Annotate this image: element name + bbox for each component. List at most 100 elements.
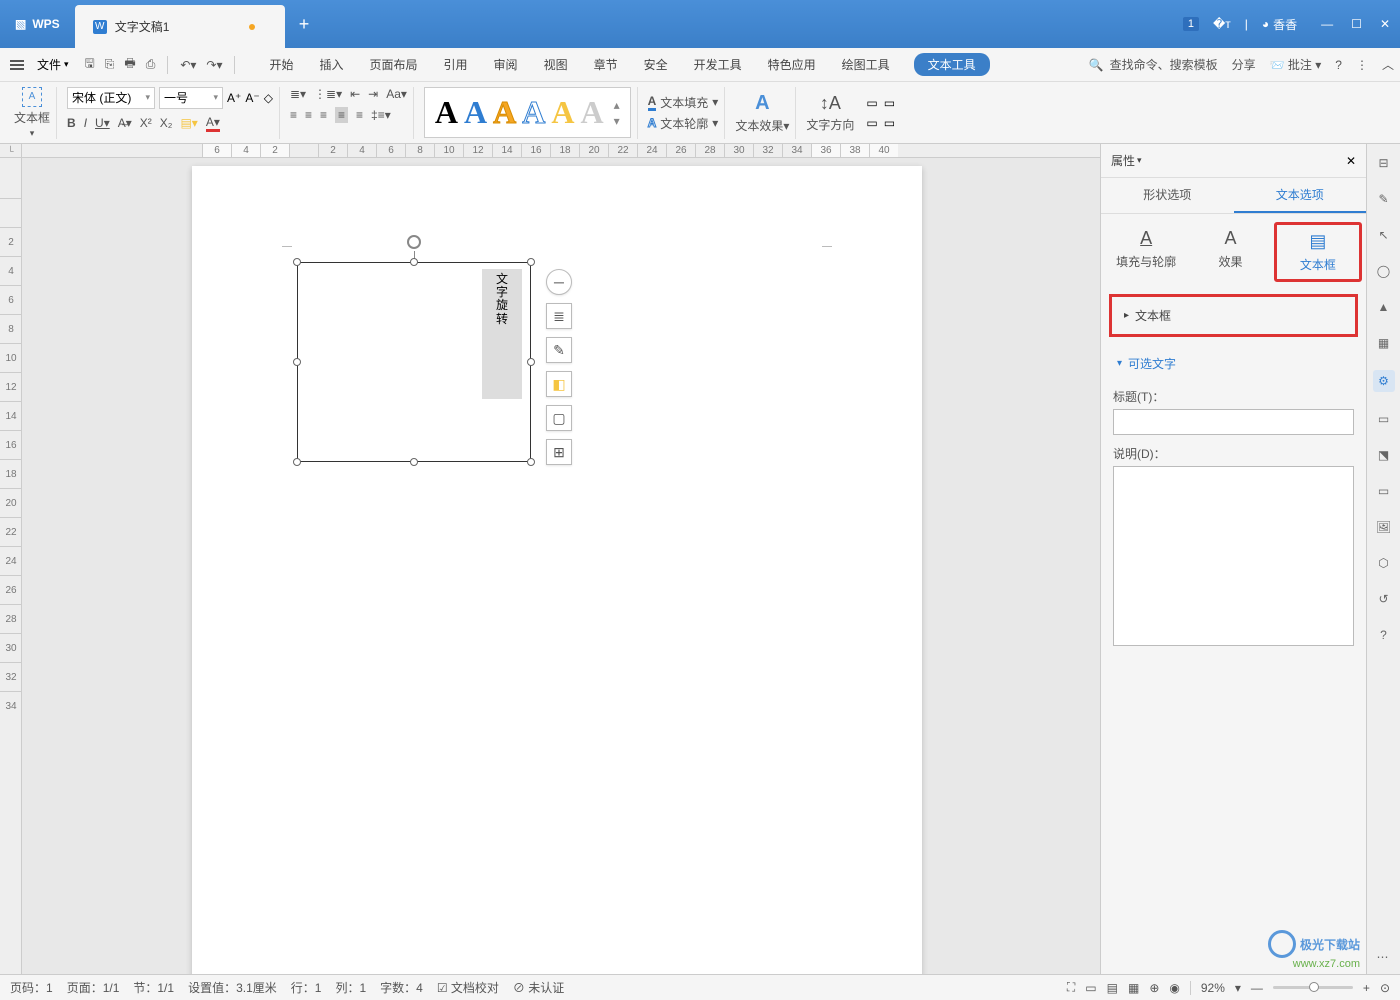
bullet-list-icon[interactable]: ≣▾ bbox=[290, 87, 306, 101]
textbox-content[interactable]: 文字旋转 bbox=[482, 269, 522, 399]
horizontal-ruler[interactable]: 642246810121416182022242628303234363840 bbox=[22, 144, 1100, 158]
resize-handle-s[interactable] bbox=[410, 458, 418, 466]
strip-close-icon[interactable]: ⊟ bbox=[1375, 154, 1393, 172]
annotate-button[interactable]: 📨 批注 ▾ bbox=[1270, 56, 1322, 73]
subscript-icon[interactable]: X₂ bbox=[160, 116, 173, 130]
print-icon[interactable]: 🖶 bbox=[124, 54, 135, 75]
font-size-combo[interactable]: 一号▾ bbox=[159, 87, 223, 109]
collapse-tool-icon[interactable]: ─ bbox=[546, 269, 572, 295]
strip-help-icon[interactable]: ? bbox=[1375, 626, 1393, 644]
gallery-more-icon[interactable]: ▴▾ bbox=[614, 98, 620, 128]
italic-icon[interactable]: I bbox=[84, 116, 87, 130]
highlight-icon[interactable]: ▤▾ bbox=[180, 116, 197, 130]
text-effect-button[interactable]: A 文本效果▾ bbox=[735, 92, 789, 134]
hamburger-icon[interactable] bbox=[6, 56, 28, 74]
text-direction-button[interactable]: ↕A 文字方向 bbox=[806, 93, 854, 133]
strip-text-icon[interactable]: ▲ bbox=[1375, 298, 1393, 316]
alt-desc-textarea[interactable] bbox=[1113, 466, 1354, 646]
status-section[interactable]: 节：1/1 bbox=[133, 979, 174, 996]
document-tab[interactable]: W 文字文稿1 bbox=[75, 5, 285, 48]
edit-tool-icon[interactable]: ✎ bbox=[546, 337, 572, 363]
wordart-gallery[interactable]: A A A A A A ▴▾ bbox=[424, 87, 631, 138]
new-tab-button[interactable]: + bbox=[285, 0, 324, 48]
redo-icon[interactable]: ↷▾ bbox=[206, 58, 222, 72]
maximize-button[interactable]: ☐ bbox=[1351, 17, 1362, 31]
save-icon[interactable]: 🖫 bbox=[85, 54, 95, 75]
undo-icon[interactable]: ↶▾ bbox=[180, 58, 196, 72]
resize-handle-e[interactable] bbox=[527, 358, 535, 366]
superscript-icon[interactable]: X² bbox=[140, 116, 152, 130]
status-auth[interactable]: ⊘ 未认证 bbox=[513, 979, 564, 996]
strip-image-icon[interactable]: 🖼 bbox=[1375, 518, 1393, 536]
panel-tab-text[interactable]: 文本选项 bbox=[1234, 178, 1367, 213]
more-icon[interactable]: ⋮ bbox=[1356, 58, 1368, 72]
strip-layout-icon[interactable]: ▭ bbox=[1375, 482, 1393, 500]
decrease-font-icon[interactable]: A⁻ bbox=[245, 91, 259, 105]
textbox-button[interactable]: A 文本框 ▾ bbox=[14, 87, 50, 139]
tab-security[interactable]: 安全 bbox=[642, 54, 670, 75]
export-icon[interactable]: ⎘ bbox=[105, 57, 115, 72]
font-name-combo[interactable]: 宋体 (正文)▾ bbox=[67, 87, 155, 109]
decrease-indent-icon[interactable]: ⇤ bbox=[350, 87, 360, 101]
zoom-value[interactable]: 92% bbox=[1201, 981, 1225, 995]
strip-table-icon[interactable]: ▦ bbox=[1375, 334, 1393, 352]
wordart-style-5[interactable]: A bbox=[551, 94, 574, 131]
panel-title[interactable]: 属性 ▾ bbox=[1111, 152, 1142, 169]
document-canvas[interactable]: 文字旋转 ─ ≣ ✎ ◧ ▢ ⊞ bbox=[22, 158, 1100, 974]
tab-start[interactable]: 开始 bbox=[267, 54, 295, 75]
panel-tab-shape[interactable]: 形状选项 bbox=[1101, 178, 1234, 213]
resize-handle-w[interactable] bbox=[293, 358, 301, 366]
strip-history-icon[interactable]: ↺ bbox=[1375, 590, 1393, 608]
change-case-icon[interactable]: Aa▾ bbox=[386, 87, 407, 101]
strip-template-icon[interactable]: ▭ bbox=[1375, 410, 1393, 428]
text-outline-button[interactable]: A 文本轮廓 ▾ bbox=[648, 115, 719, 132]
font-color-icon[interactable]: A▾ bbox=[206, 115, 220, 132]
subtab-textbox[interactable]: ▤ 文本框 bbox=[1274, 222, 1362, 282]
view-outline-icon[interactable]: ▤ bbox=[1107, 981, 1118, 995]
tab-review[interactable]: 审阅 bbox=[492, 54, 520, 75]
collapse-ribbon-icon[interactable]: ︿ bbox=[1382, 56, 1394, 73]
wordart-style-6[interactable]: A bbox=[580, 94, 603, 131]
bold-icon[interactable]: B bbox=[67, 116, 76, 130]
link-textbox-icon[interactable]: ▭ bbox=[866, 96, 877, 110]
subtab-fill-outline[interactable]: A 填充与轮廓 bbox=[1105, 222, 1187, 282]
strip-hexagon-icon[interactable]: ⬡ bbox=[1375, 554, 1393, 572]
wordart-style-4[interactable]: A bbox=[522, 94, 545, 131]
tab-dev-tools[interactable]: 开发工具 bbox=[692, 54, 744, 75]
resize-handle-sw[interactable] bbox=[293, 458, 301, 466]
notification-badge[interactable]: 1 bbox=[1183, 17, 1199, 31]
outline-tool-icon[interactable]: ▢ bbox=[546, 405, 572, 431]
alt-title-input[interactable] bbox=[1113, 409, 1354, 435]
clear-format-icon[interactable]: ◇ bbox=[264, 91, 273, 105]
line-spacing-icon[interactable]: ‡≡▾ bbox=[371, 108, 391, 122]
text-fill-button[interactable]: A 文本填充 ▾ bbox=[648, 94, 719, 111]
number-list-icon[interactable]: ⋮≣▾ bbox=[314, 87, 342, 101]
skin-icon[interactable]: �т bbox=[1213, 17, 1231, 31]
zoom-in-icon[interactable]: + bbox=[1363, 981, 1370, 995]
minimize-button[interactable]: — bbox=[1321, 17, 1333, 31]
selected-textbox[interactable]: 文字旋转 ─ ≣ ✎ ◧ ▢ ⊞ bbox=[297, 262, 531, 462]
wordart-style-1[interactable]: A bbox=[435, 94, 458, 131]
zoom-out-icon[interactable]: — bbox=[1251, 981, 1263, 995]
align-left-icon[interactable]: ≡ bbox=[290, 108, 297, 122]
break-link-icon[interactable]: ▭ bbox=[884, 96, 895, 110]
wordart-style-3[interactable]: A bbox=[493, 94, 516, 131]
tab-drawing-tools[interactable]: 绘图工具 bbox=[840, 54, 892, 75]
tab-text-tools[interactable]: 文本工具 bbox=[914, 53, 990, 76]
align-right-icon[interactable]: ≡ bbox=[320, 108, 327, 122]
vertical-ruler[interactable]: 246810121416182022242628303234 bbox=[0, 158, 22, 974]
print-preview-icon[interactable]: ⎙ bbox=[146, 57, 156, 72]
increase-font-icon[interactable]: A⁺ bbox=[227, 91, 241, 105]
align-center-icon[interactable]: ≡ bbox=[305, 108, 312, 122]
subtab-effect[interactable]: A 效果 bbox=[1189, 222, 1271, 282]
resize-handle-ne[interactable] bbox=[527, 258, 535, 266]
strip-select-icon[interactable]: ↖ bbox=[1375, 226, 1393, 244]
status-position[interactable]: 设置值：3.1厘米 bbox=[188, 979, 277, 996]
share-button[interactable]: 分享 bbox=[1232, 56, 1256, 73]
command-search[interactable]: 🔍 查找命令、搜索模板 bbox=[1089, 56, 1218, 73]
strip-shape-icon[interactable]: ◯ bbox=[1375, 262, 1393, 280]
view-web-icon[interactable]: ▦ bbox=[1128, 981, 1139, 995]
resize-handle-se[interactable] bbox=[527, 458, 535, 466]
view-read-icon[interactable]: ⊕ bbox=[1149, 981, 1159, 995]
resize-handle-nw[interactable] bbox=[293, 258, 301, 266]
